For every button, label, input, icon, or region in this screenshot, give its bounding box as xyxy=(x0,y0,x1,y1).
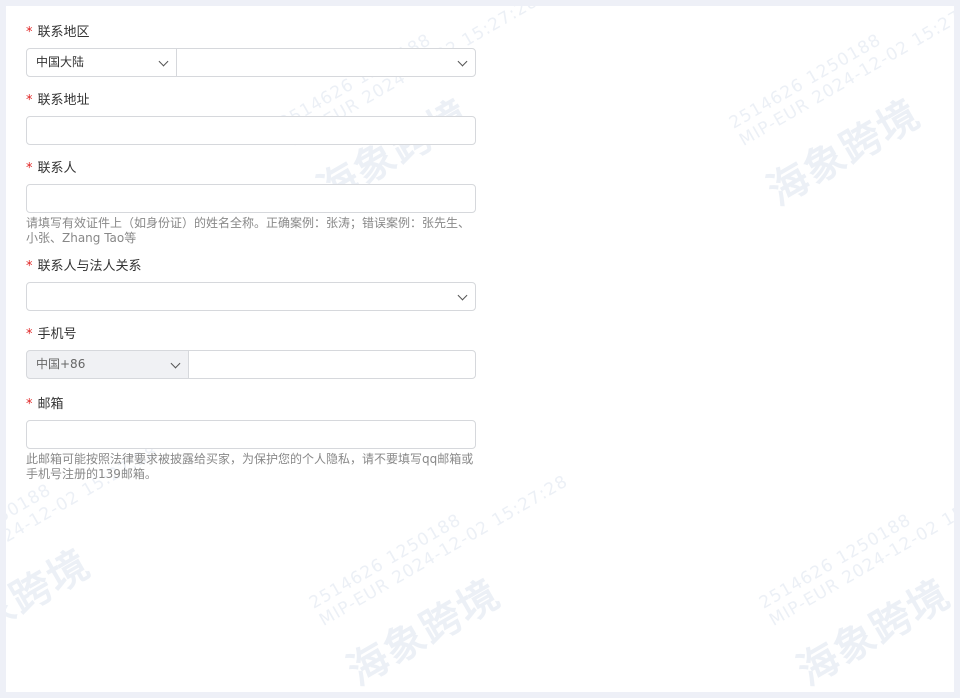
required-mark: * xyxy=(26,397,33,412)
watermark-layer: 2514626 1250188 MIP-EUR 2024-12-02 15:27… xyxy=(6,6,954,692)
address-input[interactable] xyxy=(26,116,476,145)
country-select[interactable]: 中国大陆 xyxy=(26,48,177,77)
relation-select[interactable] xyxy=(26,282,476,311)
watermark: 2514626 1250188 MIP-EUR 2024-12-02 15:27… xyxy=(306,471,572,692)
country-code-value: 中国+86 xyxy=(36,357,86,371)
required-mark: * xyxy=(26,259,33,274)
watermark: 2514626 1250188 MIP-EUR 2024-12-02 15:27… xyxy=(756,471,954,692)
required-mark: * xyxy=(26,161,33,176)
relation-label: * 联系人与法人关系 xyxy=(26,259,142,274)
form-card: 2514626 1250188 MIP-EUR 2024-12-02 15:27… xyxy=(6,6,954,692)
address-label: * 联系地址 xyxy=(26,93,90,108)
contact-hint: 请填写有效证件上（如身份证）的姓名全称。正确案例：张涛；错误案例：张先生、小张、… xyxy=(26,216,471,245)
contact-input[interactable] xyxy=(26,184,476,213)
chevron-down-icon xyxy=(457,56,468,67)
email-hint: 此邮箱可能按照法律要求被披露给买家，为保护您的个人隐私，请不要填写qq邮箱或手机… xyxy=(26,452,474,481)
phone-label: * 手机号 xyxy=(26,327,77,342)
phone-input[interactable] xyxy=(188,350,476,379)
required-mark: * xyxy=(26,93,33,108)
contact-label: * 联系人 xyxy=(26,161,77,176)
chevron-down-icon xyxy=(170,358,181,369)
email-label: * 邮箱 xyxy=(26,397,64,412)
chevron-down-icon xyxy=(457,290,468,301)
required-mark: * xyxy=(26,25,33,40)
watermark: 2514626 1250188 MIP-EUR 2024-12-02 15:27… xyxy=(726,6,954,215)
chevron-down-icon xyxy=(158,56,169,67)
email-input[interactable] xyxy=(26,420,476,449)
phone-country-code-select[interactable]: 中国+86 xyxy=(26,350,189,379)
subregion-select[interactable] xyxy=(176,48,476,77)
country-select-value: 中国大陆 xyxy=(36,55,85,69)
required-mark: * xyxy=(26,327,33,342)
region-label: * 联系地区 xyxy=(26,25,90,40)
